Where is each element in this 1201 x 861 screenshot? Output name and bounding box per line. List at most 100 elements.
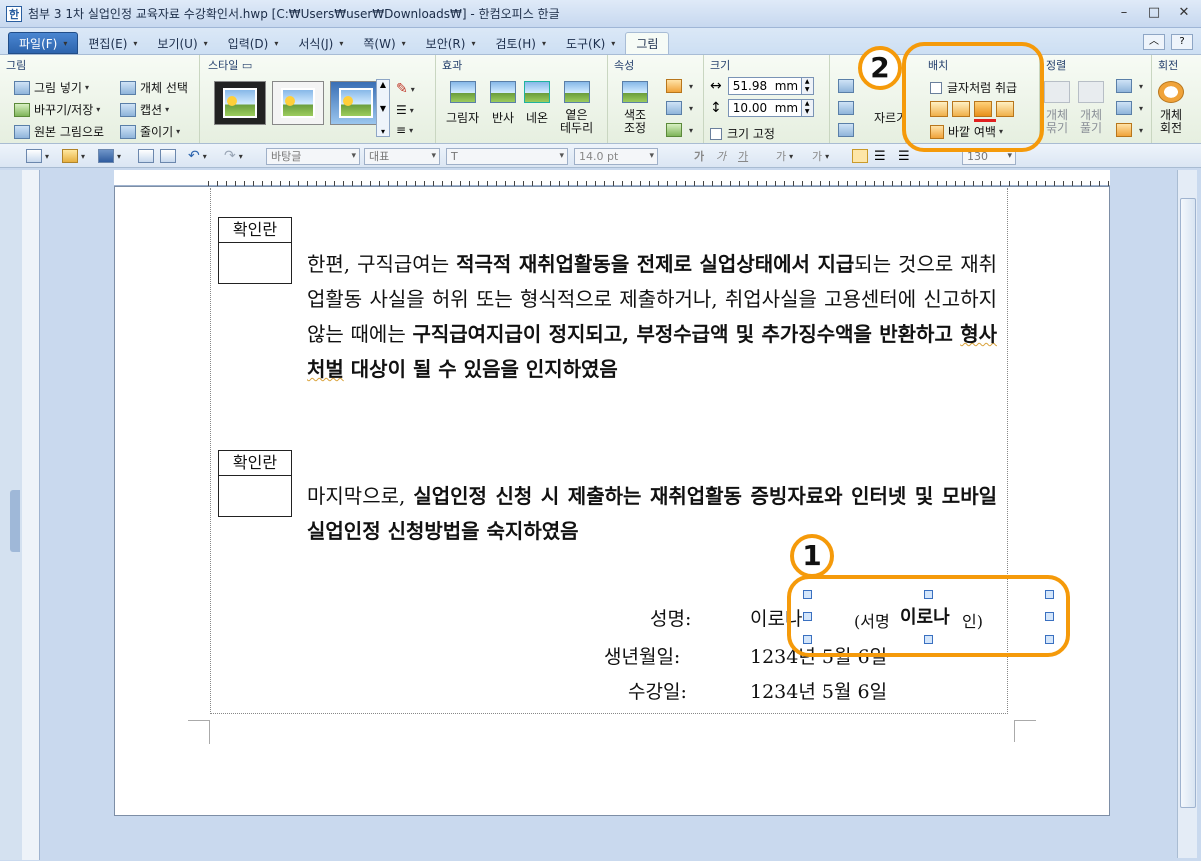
tab-page[interactable]: 쪽(W) ▾ [353,32,415,54]
language-combo[interactable]: 대표 [364,147,440,165]
original-picture-button[interactable]: 원본 그림으로 [14,123,104,140]
insert-picture-button[interactable]: 그림 넣기 ▾ [14,79,89,96]
tab-insert[interactable]: 입력(D) ▾ [218,32,289,54]
shrink-button[interactable]: 줄이기 ▾ [120,123,180,140]
italic-button[interactable]: 가 [716,148,726,164]
reflection-button[interactable]: 반사 [490,81,516,126]
paragraph-2[interactable]: 마지막으로, 실업인정 신청 시 제출하는 재취업활동 증빙자료와 인터넷 및 … [307,479,997,549]
chevron-down-icon: ▾ [63,38,68,48]
ungroup-objects-button[interactable]: 개체 풀기 [1078,81,1104,135]
shrink-icon [120,124,136,139]
print-button[interactable] [138,148,154,164]
group-title: 그림 [6,59,27,72]
group-rotate: 회전 개체 회전 [1152,55,1200,143]
vertical-scrollbar[interactable] [1177,170,1197,858]
date-value[interactable]: 1234년 5월 6일 [750,677,887,704]
dialog-launcher-icon[interactable]: ▭ [242,59,252,72]
help-icon[interactable]: ? [1171,34,1193,50]
left-panel-toggle[interactable] [10,490,20,552]
sun-icon [285,96,295,106]
highlight-button[interactable]: 가 ▾ [812,148,829,164]
align-objects-button[interactable]: ▾ [1116,123,1143,137]
underline-button[interactable]: 가 [738,148,748,164]
page-corner-mark [1014,720,1036,742]
tab-security[interactable]: 보안(R) ▾ [416,32,486,54]
picture-style-1[interactable] [214,81,266,125]
picture-effect-icon [666,123,682,137]
font-color-button[interactable]: 가 ▾ [776,148,793,164]
replace-save-button[interactable]: 바꾸기/저장 ▾ [14,101,100,118]
group-title: 크기 [710,59,731,72]
tab-tools[interactable]: 도구(K) ▾ [556,32,625,54]
horizontal-ruler[interactable] [114,170,1110,186]
fix-size-checkbox[interactable]: 크기 고정 [710,125,775,142]
select-object-button[interactable]: 개체 선택 [120,79,188,96]
contrast-button[interactable]: ▾ [666,101,693,115]
brightness-icon [666,79,682,93]
width-icon: ↔ [710,78,722,94]
caption-button[interactable]: 캡션 ▾ [120,101,169,118]
align-left-icon: ☰ [874,148,886,164]
height-icon: ↕ [710,100,722,116]
tab-picture[interactable]: 그림 [625,32,670,54]
width-stepper[interactable]: ↔ 51.98 mm ▲ ▼ [710,77,814,95]
check-box-1: 확인란 [218,217,292,284]
style-combo[interactable]: 바탕글 [266,147,360,165]
font-size-field[interactable]: 14.0 pt [574,147,658,165]
line-color-button[interactable]: ✎ ▾ [396,81,415,97]
group-objects-button[interactable]: 개체 묶기 [1044,81,1070,135]
close-button[interactable]: ✕ [1175,4,1193,22]
color-adjust-button[interactable]: 색조 조정 [622,81,648,135]
callout-2-badge: 2 [858,46,902,90]
shadow-button[interactable]: 그림자 [446,81,479,126]
rotate-object-button[interactable]: 개체 회전 [1158,81,1184,135]
align-back-button[interactable]: ▾ [1116,101,1143,115]
undo-button[interactable]: ↶ ▾ [188,148,207,164]
new-doc-button[interactable]: ▾ [26,148,49,164]
collapse-ribbon-icon[interactable]: ︿ [1143,34,1165,50]
tab-review[interactable]: 검토(H) ▾ [485,32,555,54]
height-stepper[interactable]: ↕ 10.00 mm ▲ ▼ [710,99,814,117]
save-button[interactable]: ▾ [98,148,121,164]
brightness-button[interactable]: ▾ [666,79,693,93]
open-button[interactable]: ▾ [62,148,85,164]
tab-edit[interactable]: 편집(E) ▾ [78,32,147,54]
tab-format[interactable]: 서식(J) ▾ [288,32,353,54]
crop-small-1[interactable] [838,79,858,93]
line-weight-button[interactable]: ≡ ▾ [396,123,413,137]
bring-front-icon [1116,79,1132,93]
align-center-button[interactable]: ☰ [898,148,910,164]
picture-style-2[interactable] [272,81,324,125]
minimize-button[interactable]: – [1115,4,1133,22]
preview-button[interactable] [160,148,176,164]
neon-button[interactable]: 네온 [524,81,550,126]
vertical-ruler[interactable] [22,170,40,860]
scrollbar-thumb[interactable] [1180,198,1196,808]
pen-icon: ✎ [396,81,408,97]
caption-icon [120,102,136,117]
align-left-button[interactable]: ☰ [874,148,886,164]
undo-icon: ↶ [188,148,200,164]
align-front-button[interactable]: ▾ [1116,79,1143,93]
open-folder-icon [62,149,78,163]
style-gallery-scroll[interactable]: ▲ ▼ ▾ [376,79,390,137]
align-justify-button[interactable] [852,148,868,164]
font-combo[interactable]: T [446,147,568,165]
soft-edge-button[interactable]: 옅은 테두리 [560,81,593,135]
tab-file[interactable]: 파일(F) ▾ [8,32,79,54]
chevron-down-icon: ▾ [611,38,616,48]
shadow-icon [449,81,476,103]
crop-small-3[interactable] [838,123,858,137]
birth-label: 생년월일: [604,646,681,668]
picture-effect-button[interactable]: ▾ [666,123,693,137]
chevron-down-icon: ▾ [541,38,546,48]
line-style-button[interactable]: ☰ ▾ [396,103,414,117]
bold-button[interactable]: 가 [694,148,704,164]
crop-small-2[interactable] [838,101,858,115]
chevron-down-icon: ▾ [401,38,406,48]
picture-style-3[interactable] [330,81,382,125]
redo-button[interactable]: ↷ ▾ [224,148,243,164]
paragraph-1[interactable]: 한편, 구직급여는 적극적 재취업활동을 전제로 실업상태에서 지급되는 것으로… [307,247,997,387]
maximize-button[interactable]: □ [1145,4,1163,22]
tab-view[interactable]: 보기(U) ▾ [147,32,217,54]
